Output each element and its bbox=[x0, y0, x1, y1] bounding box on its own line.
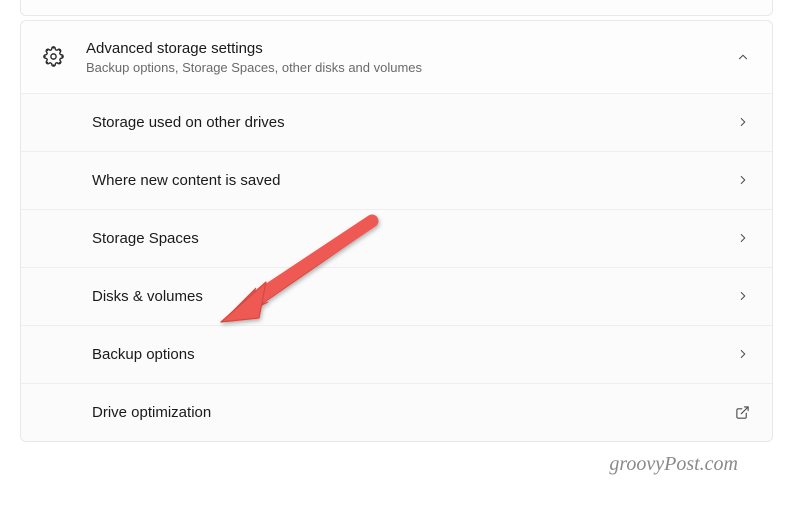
advanced-storage-header[interactable]: Advanced storage settings Backup options… bbox=[21, 21, 772, 94]
external-link-icon bbox=[735, 405, 750, 420]
storage-spaces[interactable]: Storage Spaces bbox=[21, 210, 772, 268]
drive-optimization[interactable]: Drive optimization bbox=[21, 384, 772, 441]
gear-icon bbox=[43, 46, 64, 67]
header-subtitle: Backup options, Storage Spaces, other di… bbox=[86, 60, 724, 75]
header-text-block: Advanced storage settings Backup options… bbox=[86, 39, 724, 75]
chevron-right-icon bbox=[736, 347, 750, 361]
chevron-right-icon bbox=[736, 173, 750, 187]
storage-used-other-drives[interactable]: Storage used on other drives bbox=[21, 94, 772, 152]
setting-label: Where new content is saved bbox=[92, 172, 736, 189]
chevron-right-icon bbox=[736, 231, 750, 245]
setting-label: Disks & volumes bbox=[92, 288, 736, 305]
header-title: Advanced storage settings bbox=[86, 39, 724, 59]
setting-label: Drive optimization bbox=[92, 404, 735, 421]
where-new-content-saved[interactable]: Where new content is saved bbox=[21, 152, 772, 210]
advanced-storage-panel: Advanced storage settings Backup options… bbox=[20, 20, 773, 442]
previous-panel-edge bbox=[20, 0, 773, 16]
setting-label: Storage used on other drives bbox=[92, 114, 736, 131]
disks-volumes[interactable]: Disks & volumes bbox=[21, 268, 772, 326]
watermark-text: groovyPost.com bbox=[609, 453, 738, 476]
chevron-right-icon bbox=[736, 115, 750, 129]
chevron-up-icon bbox=[736, 50, 750, 64]
setting-label: Storage Spaces bbox=[92, 230, 736, 247]
chevron-right-icon bbox=[736, 289, 750, 303]
backup-options[interactable]: Backup options bbox=[21, 326, 772, 384]
setting-label: Backup options bbox=[92, 346, 736, 363]
